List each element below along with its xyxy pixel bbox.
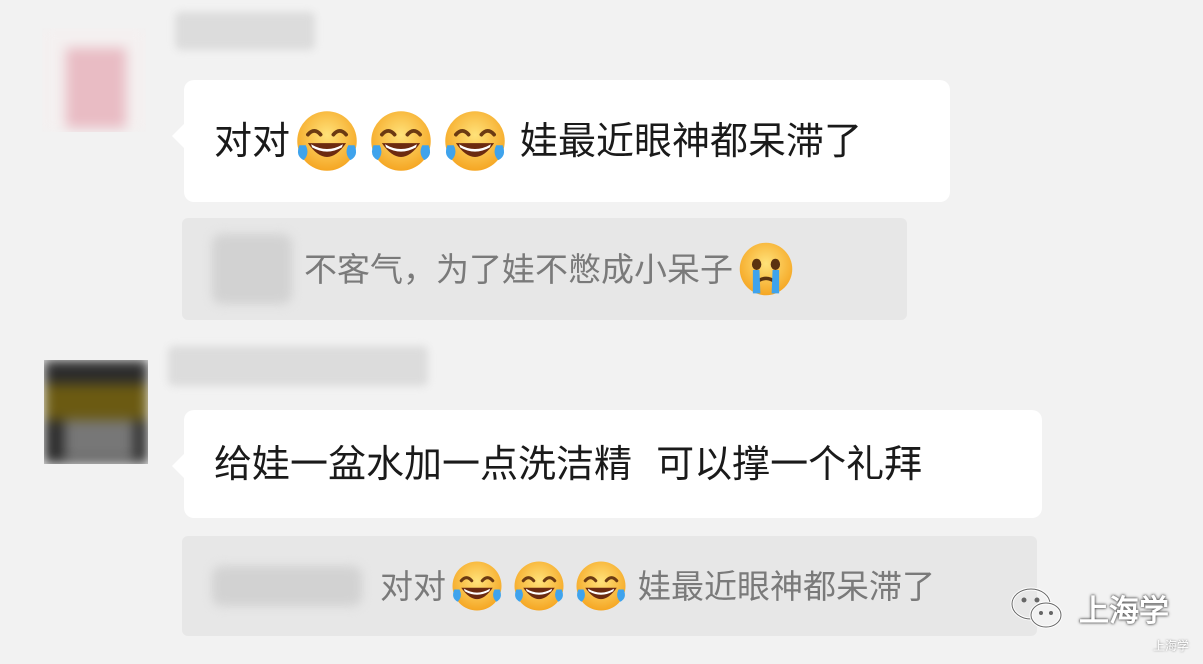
- laugh-cry-emoji: [511, 558, 567, 614]
- laugh-cry-emoji: [449, 558, 505, 614]
- watermark: 上海学: [1009, 586, 1169, 630]
- quoted-sender-name: [212, 234, 292, 304]
- message-text: 给娃一盆水加一点洗洁精 可以撑一个礼拜: [214, 442, 923, 486]
- quoted-reply[interactable]: 不客气，为了娃不憋成小呆子: [182, 218, 907, 320]
- laugh-cry-emoji: [573, 558, 629, 614]
- watermark-sub: 上海学: [1152, 639, 1189, 653]
- message-text: 对对: [214, 119, 291, 163]
- wechat-icon: [1010, 587, 1063, 629]
- watermark-name: 上海学: [1079, 594, 1169, 629]
- avatar[interactable]: [42, 28, 146, 132]
- message-bubble[interactable]: 对对 娃最近眼神都呆滞了: [172, 80, 950, 202]
- message-text: 娃最近眼神都呆滞了: [520, 119, 863, 163]
- crying-emoji: [736, 239, 796, 299]
- quoted-text: 对对: [380, 566, 446, 606]
- laugh-cry-emoji: [441, 107, 509, 175]
- sender-name-1: [175, 12, 315, 50]
- sender-name-2: [168, 346, 428, 386]
- quoted-sender-name: [212, 566, 362, 606]
- laugh-cry-emoji: [293, 107, 361, 175]
- message-bubble[interactable]: 给娃一盆水加一点洗洁精 可以撑一个礼拜: [172, 410, 1042, 518]
- laugh-cry-emoji: [367, 107, 435, 175]
- quoted-text: 不客气，为了娃不憋成小呆子: [304, 249, 733, 289]
- avatar[interactable]: [44, 360, 148, 464]
- quoted-reply[interactable]: 对对 娃最近眼神都呆滞了: [182, 536, 1037, 636]
- quoted-text: 娃最近眼神都呆滞了: [638, 566, 935, 606]
